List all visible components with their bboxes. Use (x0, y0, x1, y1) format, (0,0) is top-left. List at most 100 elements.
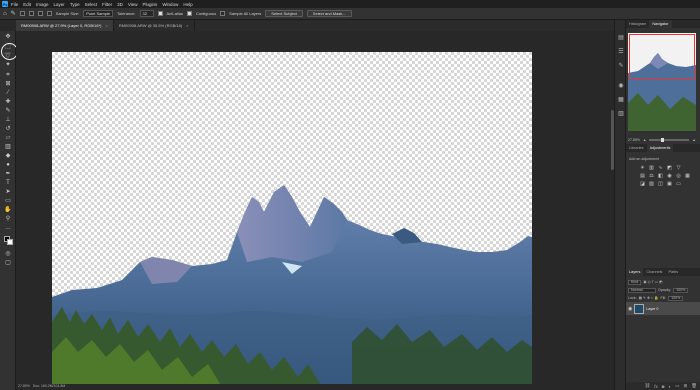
sample-size-select[interactable]: Point Sample (83, 10, 114, 17)
trash-icon[interactable]: 🗑 (691, 383, 697, 389)
levels-icon[interactable]: ▥ (649, 166, 654, 171)
add-mask-icon[interactable]: ◙ (662, 384, 665, 389)
magic-wand-tool-icon[interactable]: ✦ (4, 62, 12, 68)
menu-plugins[interactable]: Plugins (143, 2, 158, 7)
menu-edit[interactable]: Edit (23, 2, 31, 7)
menu-3d[interactable]: 3D (117, 2, 123, 7)
more-tools-icon[interactable]: … (4, 225, 12, 231)
gradient-map-icon[interactable]: ▭ (676, 182, 681, 187)
add-selection-icon[interactable] (28, 11, 34, 16)
invert-icon[interactable]: ◪ (640, 182, 645, 187)
new-selection-icon[interactable] (19, 11, 25, 16)
screen-mode-icon[interactable]: ▢ (4, 260, 12, 266)
adjustment-layer-icon[interactable]: ◐ (669, 384, 672, 389)
layer-filter-kind[interactable]: Kind (628, 279, 642, 285)
color-lookup-icon[interactable]: ▦ (685, 174, 690, 179)
menu-view[interactable]: View (128, 2, 138, 7)
tab-navigator[interactable]: Navigator (649, 20, 672, 28)
background-color-swatch[interactable] (7, 239, 13, 245)
tab-channels[interactable]: Channels (643, 268, 665, 276)
photo-filter-icon[interactable]: ◉ (667, 174, 672, 179)
clone-stamp-icon[interactable]: ⊥ (4, 117, 12, 123)
menu-select[interactable]: Select (85, 2, 98, 7)
hue-saturation-icon[interactable]: ▤ (640, 174, 645, 179)
tab-layers[interactable]: Layers (626, 268, 644, 276)
close-icon[interactable]: × (186, 23, 188, 28)
healing-brush-icon[interactable]: ✚ (4, 99, 12, 105)
brush-tool-icon[interactable]: ✎ (4, 108, 12, 114)
tab-adjustments[interactable]: Adjustments (646, 144, 674, 152)
close-icon[interactable]: × (105, 23, 107, 28)
eraser-tool-icon[interactable]: ▱ (4, 135, 12, 141)
new-group-icon[interactable]: ▭ (675, 383, 679, 389)
frame-tool-icon[interactable]: ⊠ (4, 81, 12, 87)
select-subject-button[interactable]: Select Subject (265, 10, 303, 17)
channel-mixer-icon[interactable]: ◎ (676, 174, 681, 179)
posterize-icon[interactable]: ▨ (649, 182, 654, 187)
doc-tab-active[interactable]: RM00908.ARW @ 27.9% (Layer 0, RGB/16*) × (16, 20, 114, 31)
pen-tool-icon[interactable]: ✒ (4, 171, 12, 177)
doc-tab[interactable]: RM00908.ARW @ 35.5% (RGB/16) × (114, 20, 195, 31)
brightness-contrast-icon[interactable]: ☀ (640, 166, 645, 171)
blend-mode-select[interactable]: Normal (628, 287, 656, 293)
navigator-view-box[interactable] (629, 34, 695, 79)
black-white-icon[interactable]: ◧ (658, 174, 663, 179)
opacity-input[interactable]: 100% (673, 287, 689, 293)
quick-mask-icon[interactable]: ◎ (4, 251, 12, 257)
navigator-zoom-slider[interactable] (649, 138, 690, 142)
gradients-panel-icon[interactable]: ▥ (617, 110, 625, 118)
sample-all-layers-checkbox[interactable] (220, 11, 226, 16)
dodge-tool-icon[interactable]: ● (4, 162, 12, 168)
menu-file[interactable]: File (11, 2, 18, 7)
subtract-selection-icon[interactable] (37, 11, 43, 16)
fx-icon[interactable]: fx (654, 384, 658, 389)
crop-tool-icon[interactable]: ⌗ (4, 72, 12, 78)
menu-window[interactable]: Window (162, 2, 178, 7)
history-panel-icon[interactable]: ▤ (617, 34, 625, 42)
tab-paths[interactable]: Paths (665, 268, 681, 276)
menu-image[interactable]: Image (36, 2, 49, 7)
tab-libraries[interactable]: Libraries (626, 144, 647, 152)
menu-filter[interactable]: Filter (102, 2, 112, 7)
menu-help[interactable]: Help (183, 2, 192, 7)
rectangle-tool-icon[interactable]: ▭ (4, 198, 12, 204)
navigator-zoom-value[interactable]: 27.89% (628, 138, 640, 142)
vibrance-icon[interactable]: ▽ (676, 166, 681, 171)
brushes-panel-icon[interactable]: ✎ (617, 62, 625, 70)
anti-alias-checkbox[interactable] (157, 11, 163, 16)
threshold-icon[interactable]: ◫ (658, 182, 663, 187)
menu-type[interactable]: Type (70, 2, 80, 7)
selective-color-icon[interactable]: ▣ (667, 182, 672, 187)
document-canvas[interactable] (52, 52, 532, 387)
lock-icons[interactable]: ▦ ✎ ✥ ⌗ 🔒 (639, 296, 659, 300)
history-brush-icon[interactable]: ↺ (4, 126, 12, 132)
path-selection-icon[interactable]: ➤ (4, 189, 12, 195)
zoom-in-icon[interactable]: ▲ (692, 138, 695, 142)
eye-icon[interactable]: ◉ (628, 306, 632, 312)
filter-icons[interactable]: ▣ ◎ T ▭ ◩ (643, 280, 662, 284)
color-panel-icon[interactable]: ◉ (617, 82, 625, 90)
tolerance-input[interactable]: 32 (139, 10, 154, 17)
status-zoom[interactable]: 27.89% (18, 384, 30, 388)
zoom-tool-icon[interactable]: ⚲ (4, 216, 12, 222)
photoshop-logo-icon[interactable]: Ps (2, 1, 8, 7)
blur-tool-icon[interactable]: ◆ (4, 153, 12, 159)
gradient-tool-icon[interactable]: ▥ (4, 144, 12, 150)
swatches-panel-icon[interactable]: ▦ (617, 96, 625, 104)
type-tool-icon[interactable]: T (4, 180, 12, 186)
home-icon[interactable]: ⌂ (3, 11, 7, 17)
move-tool-icon[interactable]: ✥ (4, 34, 12, 40)
curves-icon[interactable]: ∿ (658, 166, 663, 171)
eyedropper-tool-icon[interactable]: ⁄ (4, 90, 12, 96)
tab-histogram[interactable]: Histogram (626, 20, 649, 28)
select-and-mask-button[interactable]: Select and Mask... (306, 10, 352, 17)
exposure-icon[interactable]: ◩ (667, 166, 672, 171)
zoom-out-icon[interactable]: ▲ (643, 138, 646, 142)
link-layers-icon[interactable]: ⛓ (645, 383, 651, 389)
properties-panel-icon[interactable]: ☰ (617, 48, 625, 56)
intersect-selection-icon[interactable] (46, 11, 52, 16)
layer-name[interactable]: Layer 0 (646, 307, 658, 311)
magic-wand-tool-icon[interactable]: ✎ (11, 10, 16, 17)
layer-row[interactable]: ◉ Layer 0 (626, 302, 700, 315)
color-balance-icon[interactable]: ⚖ (649, 174, 654, 179)
